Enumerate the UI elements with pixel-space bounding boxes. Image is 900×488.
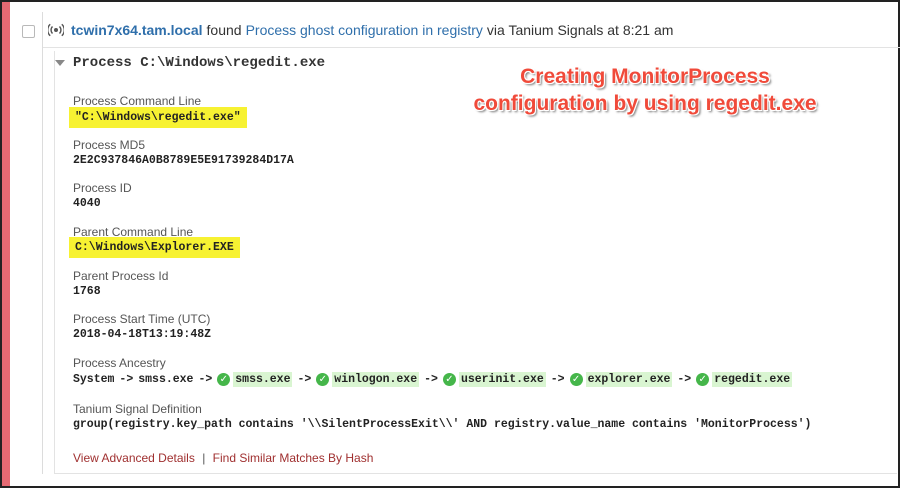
check-icon: ✓ [217,373,231,386]
select-checkbox[interactable] [22,25,35,38]
definition-value: group(registry.key_path contains '\\Sile… [73,418,812,431]
parent-cmd-highlight: C:\Windows\Explorer.EXE [69,237,240,258]
ancestry-arrow: -> [424,373,438,386]
vertical-divider [42,12,43,474]
annotation-callout: Creating MonitorProcess configuration by… [440,63,850,117]
check-icon: ✓ [569,373,583,386]
ancestry-arrow: -> [297,373,312,386]
footer-separator: | [202,451,206,465]
pid-label: Process ID [73,181,132,195]
parent-pid-label: Parent Process Id [73,269,169,283]
ancestry-arrow: -> [550,373,565,386]
view-advanced-details-link[interactable]: View Advanced Details [73,451,195,465]
check-icon: ✓ [316,373,330,386]
definition-label: Tanium Signal Definition [73,402,202,416]
check-icon: ✓ [696,373,710,386]
ancestry-label: Process Ancestry [73,356,166,370]
ancestry-smss: smss.exe [233,372,293,387]
find-similar-matches-link[interactable]: Find Similar Matches By Hash [213,451,374,465]
md5-label: Process MD5 [73,138,146,152]
ancestry-arrow: -> [677,373,692,386]
command-line-highlight: "C:\Windows\regedit.exe" [69,107,247,128]
start-time-label: Process Start Time (UTC) [73,312,211,326]
host-link[interactable]: tcwin7x64.tam.local [71,22,203,38]
pid-value: 4040 [73,197,101,210]
found-text: found [206,22,242,38]
parent-cmd-value: C:\Windows\Explorer.EXE [69,237,240,258]
signal-icon [48,23,64,37]
alert-header: tcwin7x64.tam.local found Process ghost … [48,21,677,39]
ancestry-arrow: -> [119,373,134,386]
collapse-triangle-icon[interactable] [55,60,65,66]
parent-pid-value: 1768 [73,285,101,298]
ancestry-arrow: -> [198,373,213,386]
check-icon: ✓ [442,373,456,386]
ancestry-explorer: explorer.exe [585,372,673,387]
ancestry-chain: System -> smss.exe -> ✓ smss.exe -> ✓ wi… [73,372,793,387]
footer-links: View Advanced Details | Find Similar Mat… [73,451,373,465]
annotation-line-2: configuration by using regedit.exe [473,92,817,115]
start-time-value: 2018-04-18T13:19:48Z [73,328,212,341]
md5-value: 2E2C937846A0B8789E5E91739284D17A [73,154,294,167]
annotation-line-1: Creating MonitorProcess [520,65,770,88]
ancestry-userinit: userinit.exe [458,372,546,387]
via-text: via Tanium Signals at 8:21 am [486,22,674,38]
signal-link[interactable]: Process ghost configuration in registry [246,22,483,38]
command-line-label: Process Command Line [73,94,202,108]
ancestry-regedit: regedit.exe [712,372,793,387]
header-divider [43,47,900,48]
ancestry-winlogon: winlogon.exe [332,372,420,387]
process-title[interactable]: Process C:\Windows\regedit.exe [73,55,325,71]
status-bar [2,2,10,486]
command-line-value: "C:\Windows\regedit.exe" [69,107,247,128]
ancestry-smss-plain: smss.exe [138,373,194,386]
ancestry-system: System [73,373,115,386]
